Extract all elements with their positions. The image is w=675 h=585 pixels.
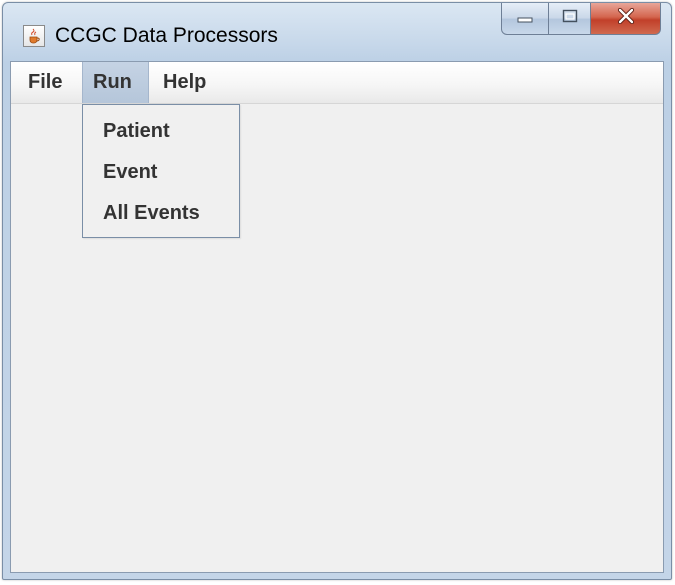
maximize-icon: [562, 9, 578, 28]
app-window: CCGC Data Processors File Run Help Patie…: [2, 2, 672, 580]
window-content: File Run Help Patient Event All Events: [10, 61, 664, 573]
window-title: CCGC Data Processors: [55, 24, 278, 47]
window-controls: [501, 3, 661, 35]
minimize-button[interactable]: [501, 3, 549, 35]
menu-help[interactable]: Help: [153, 62, 216, 103]
menu-bar: File Run Help: [11, 62, 663, 104]
menu-item-event[interactable]: Event: [103, 161, 157, 184]
menu-item-patient[interactable]: Patient: [103, 120, 170, 143]
menu-file[interactable]: File: [18, 62, 72, 103]
run-menu-dropdown: Patient Event All Events: [82, 104, 240, 238]
minimize-icon: [517, 10, 533, 28]
java-cup-icon[interactable]: [23, 25, 45, 47]
title-bar[interactable]: CCGC Data Processors: [3, 3, 671, 61]
maximize-button[interactable]: [549, 3, 591, 35]
close-button[interactable]: [591, 3, 661, 35]
close-icon: [617, 7, 635, 29]
menu-run[interactable]: Run: [82, 62, 149, 103]
menu-item-all-events[interactable]: All Events: [103, 202, 200, 225]
